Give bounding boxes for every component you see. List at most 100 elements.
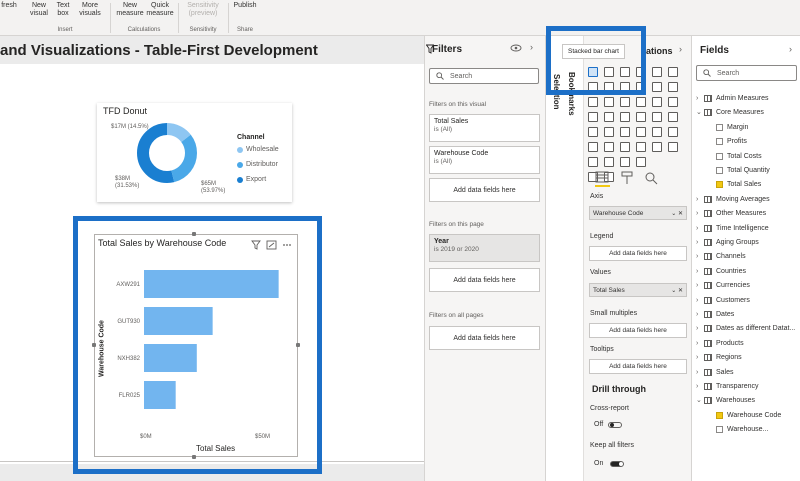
add-report-filter-button[interactable]: Add data fields here: [429, 326, 540, 350]
visual-type-icon[interactable]: [588, 127, 598, 137]
checkbox[interactable]: [716, 123, 723, 131]
chevron-right-icon[interactable]: ›: [696, 354, 704, 361]
visual-type-icon[interactable]: [668, 82, 678, 92]
keep-all-filters-toggle[interactable]: [610, 461, 624, 467]
filter-card-year[interactable]: Year is 2019 or 2020: [429, 234, 540, 262]
quick-measure-button[interactable]: Quick measure: [146, 2, 174, 18]
field-table-item[interactable]: › Moving Averages: [696, 193, 800, 205]
chevron-right-icon[interactable]: ›: [696, 95, 704, 102]
field-table-item[interactable]: › Products: [696, 337, 800, 349]
visual-type-icon[interactable]: [652, 112, 662, 122]
visual-type-icon[interactable]: [588, 157, 598, 167]
visual-type-icon[interactable]: [668, 112, 678, 122]
bar-flr025[interactable]: [144, 381, 176, 409]
field-table-item[interactable]: › Time Intelligence: [696, 222, 800, 234]
checkbox[interactable]: [716, 137, 723, 145]
axis-field-warehouse-code[interactable]: Warehouse Code ⌄ ✕: [589, 206, 687, 220]
publish-button[interactable]: Publish: [232, 2, 258, 10]
chevron-right-icon[interactable]: ›: [679, 44, 682, 54]
focus-mode-icon[interactable]: [266, 240, 277, 250]
checkbox[interactable]: [716, 152, 723, 160]
chevron-right-icon[interactable]: ›: [696, 210, 704, 217]
visual-type-icon[interactable]: [668, 97, 678, 107]
field-item[interactable]: Margin: [696, 121, 800, 133]
format-paint-roller-icon[interactable]: [621, 171, 633, 184]
filter-card-total-sales[interactable]: Total Sales is (All): [429, 114, 540, 142]
small-multiples-add-field[interactable]: Add data fields here: [589, 323, 687, 338]
values-field-total-sales[interactable]: Total Sales ⌄ ✕: [589, 283, 687, 297]
sensitivity-button[interactable]: Sensitivity (preview): [182, 2, 224, 18]
resize-handle[interactable]: [192, 232, 196, 236]
bar-nxh382[interactable]: [144, 344, 197, 372]
chevron-right-icon[interactable]: ›: [696, 369, 704, 376]
visual-type-icon[interactable]: [588, 112, 598, 122]
chevron-right-icon[interactable]: ›: [696, 225, 704, 232]
visual-type-icon[interactable]: [636, 127, 646, 137]
chevron-right-icon[interactable]: ›: [696, 297, 704, 304]
analytics-magnifier-icon[interactable]: [645, 172, 658, 185]
field-item[interactable]: Warehouse Code: [696, 409, 800, 421]
visual-type-icon[interactable]: [588, 142, 598, 152]
visual-type-icon[interactable]: [652, 127, 662, 137]
chevron-right-icon[interactable]: ›: [696, 383, 704, 390]
field-item[interactable]: Warehouse...: [696, 423, 800, 435]
field-table-item[interactable]: › Channels: [696, 250, 800, 262]
visual-type-icon[interactable]: [636, 97, 646, 107]
field-item[interactable]: Total Sales: [696, 178, 800, 190]
fields-tab-icon[interactable]: [595, 171, 609, 183]
text-box-button[interactable]: Text box: [54, 2, 72, 18]
visual-type-icon[interactable]: [636, 157, 646, 167]
eye-icon[interactable]: [510, 44, 522, 52]
field-table-item[interactable]: ⌄ Warehouses: [696, 394, 800, 406]
checkbox[interactable]: [716, 180, 723, 188]
chevron-right-icon[interactable]: ›: [696, 282, 704, 289]
visual-type-icon[interactable]: [636, 142, 646, 152]
field-table-item[interactable]: › Customers: [696, 294, 800, 306]
field-table-item[interactable]: › Currencies: [696, 279, 800, 291]
visual-type-icon[interactable]: [604, 157, 614, 167]
cross-report-toggle[interactable]: [608, 422, 622, 428]
chevron-down-icon[interactable]: ⌄: [696, 396, 704, 404]
visual-type-icon[interactable]: [620, 157, 630, 167]
field-item[interactable]: Profits: [696, 135, 800, 147]
visual-type-icon[interactable]: [668, 127, 678, 137]
more-options-icon[interactable]: [283, 244, 291, 246]
fields-search-input[interactable]: Search: [696, 65, 797, 81]
filter-icon[interactable]: [251, 240, 261, 250]
chevron-right-icon[interactable]: ›: [530, 42, 533, 52]
chevron-right-icon[interactable]: ›: [696, 268, 704, 275]
chevron-right-icon[interactable]: ›: [696, 325, 704, 332]
visual-type-icon[interactable]: [652, 142, 662, 152]
bar-axw291[interactable]: [144, 270, 279, 298]
chevron-down-icon[interactable]: ⌄: [696, 108, 704, 116]
checkbox[interactable]: [716, 425, 723, 433]
visual-type-icon[interactable]: [620, 97, 630, 107]
visual-type-icon[interactable]: [604, 142, 614, 152]
chevron-right-icon[interactable]: ›: [696, 311, 704, 318]
legend-item-export[interactable]: Export: [237, 176, 266, 183]
field-table-item[interactable]: › Countries: [696, 265, 800, 277]
visual-type-icon[interactable]: [620, 142, 630, 152]
visual-type-icon[interactable]: [668, 67, 678, 77]
visual-type-icon[interactable]: [604, 97, 614, 107]
legend-item-distributor[interactable]: Distributor: [237, 161, 278, 168]
resize-handle[interactable]: [192, 455, 196, 459]
chevron-right-icon[interactable]: ›: [789, 44, 792, 54]
visual-type-icon[interactable]: [604, 112, 614, 122]
visual-type-icon[interactable]: [588, 97, 598, 107]
filter-card-warehouse-code[interactable]: Warehouse Code is (All): [429, 146, 540, 174]
checkbox[interactable]: [716, 411, 723, 419]
visual-type-icon[interactable]: [604, 127, 614, 137]
field-item[interactable]: Total Quantity: [696, 164, 800, 176]
field-table-item[interactable]: › Other Measures: [696, 207, 800, 219]
chevron-right-icon[interactable]: ›: [696, 196, 704, 203]
field-table-item[interactable]: › Transparency: [696, 380, 800, 392]
visual-type-icon[interactable]: [620, 112, 630, 122]
field-table-item[interactable]: › Dates as different Datat...: [696, 322, 800, 334]
field-table-item[interactable]: › Regions: [696, 351, 800, 363]
visual-type-icon[interactable]: [620, 127, 630, 137]
resize-handle[interactable]: [92, 343, 96, 347]
visual-type-icon[interactable]: [668, 142, 678, 152]
new-measure-button[interactable]: New measure: [114, 2, 146, 18]
bar-gut930[interactable]: [144, 307, 213, 335]
